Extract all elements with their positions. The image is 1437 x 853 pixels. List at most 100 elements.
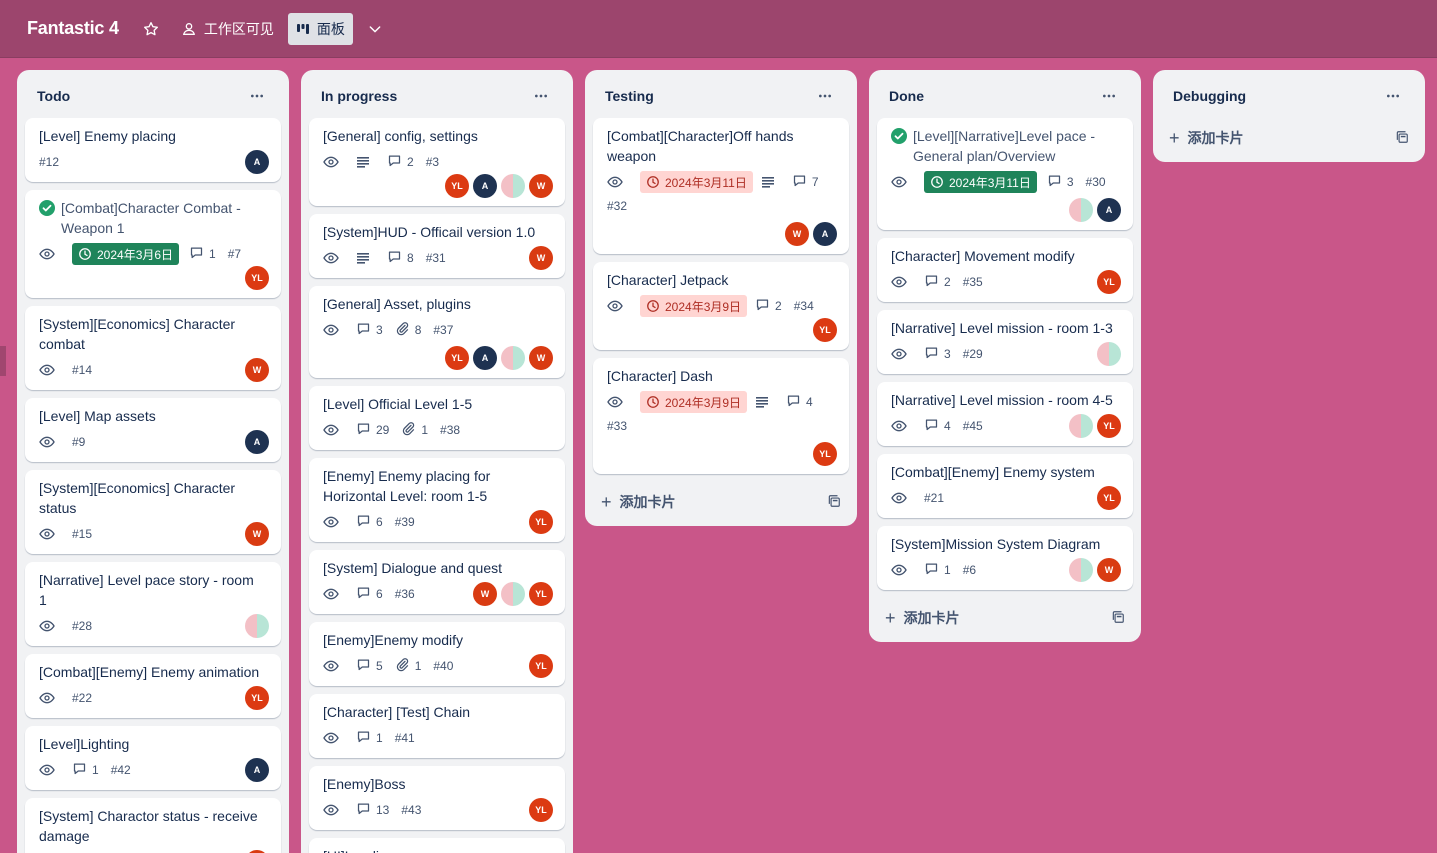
avatar-yl[interactable]: YL [445,174,469,198]
card[interactable]: [Narrative] Level mission - room 4-5 4 #45… [877,382,1133,446]
avatar-yl[interactable]: YL [813,442,837,466]
card[interactable]: [Character] Jetpack 2024年3月9日 2 #34 YL [593,262,849,350]
card-title-text: [Narrative] Level mission - room 1-3 [891,320,1113,336]
card[interactable]: [System] Charactor status - receive dama… [25,798,281,853]
card[interactable]: [Combat]Character Combat - Weapon 1 2024年… [25,190,281,298]
card-template-icon[interactable] [1395,130,1409,147]
due-date-badge[interactable]: 2024年3月9日 [640,391,748,413]
avatar-yl[interactable]: YL [245,266,269,290]
avatar-w[interactable]: W [785,222,809,246]
visibility-button[interactable]: 工作区可见 [173,13,282,45]
avatar-yl[interactable]: YL [813,318,837,342]
list-title[interactable]: Debugging [1173,88,1246,104]
avatar-yl[interactable]: YL [529,798,553,822]
card[interactable]: [UI]Loading [309,838,565,853]
date-text: 2024年3月6日 [97,247,174,262]
card-badges: 13 #43 YL [323,798,553,822]
avatar-gradient[interactable] [501,346,525,370]
board-view-button[interactable]: 面板 [287,12,353,45]
avatar-w[interactable]: W [473,582,497,606]
card-title: [Narrative] Level mission - room 1-3 [891,318,1121,338]
card[interactable]: [Enemy] Enemy placing for Horizontal Lev… [309,458,565,542]
due-date-badge[interactable]: 2024年3月9日 [640,295,748,317]
avatar-w[interactable]: W [245,522,269,546]
avatar-gradient[interactable] [1097,342,1121,366]
card[interactable]: [Enemy]Boss 13 #43 YL [309,766,565,830]
avatar-gradient[interactable] [1069,558,1093,582]
due-date-badge[interactable]: 2024年3月11日 [640,171,753,193]
card[interactable]: [Enemy]Enemy modify 5 1 #40 YL [309,622,565,686]
avatar-yl[interactable]: YL [445,346,469,370]
card[interactable]: [Level]Lighting 1 #42 A [25,726,281,790]
list-title[interactable]: Done [889,88,924,104]
card[interactable]: [General] Asset, plugins 3 8 #37 YL A W [309,286,565,378]
more-icon[interactable] [1377,80,1409,112]
avatar-gradient[interactable] [245,614,269,638]
add-card-button[interactable]: + 添加卡片 [593,482,849,522]
more-icon[interactable] [1093,80,1125,112]
avatar-a[interactable]: A [245,430,269,454]
avatar-a[interactable]: A [1097,198,1121,222]
avatar-yl[interactable]: YL [1097,486,1121,510]
avatar-a[interactable]: A [813,222,837,246]
avatar-w[interactable]: W [529,346,553,370]
avatar-yl[interactable]: YL [1097,414,1121,438]
card[interactable]: [Combat][Character]Off hands weapon 2024年… [593,118,849,254]
star-icon[interactable] [137,15,165,43]
card[interactable]: [Character] [Test] Chain 1 #41 [309,694,565,758]
card[interactable]: [System][Economics] Character combat #14 W [25,306,281,390]
card-template-icon[interactable] [1111,610,1125,627]
card[interactable]: [Level] Enemy placing #12 A [25,118,281,182]
add-card-button[interactable]: + 添加卡片 [877,598,1133,638]
sidebar-collapse-tab[interactable] [0,346,6,376]
card[interactable]: [Character] Movement modify 2 #35 YL [877,238,1133,302]
card[interactable]: [General] config, settings 2 #3 YL A W [309,118,565,206]
avatar-yl[interactable]: YL [529,654,553,678]
card[interactable]: [Level][Narrative]Level pace - General p… [877,118,1133,230]
card[interactable]: [Combat][Enemy] Enemy animation #22 YL [25,654,281,718]
avatar-gradient[interactable] [501,174,525,198]
list-title[interactable]: Testing [605,88,654,104]
card[interactable]: [Combat][Enemy] Enemy system #21 YL [877,454,1133,518]
avatar-a[interactable]: A [245,150,269,174]
card-number: #14 [72,363,93,377]
avatar-a[interactable]: A [245,758,269,782]
avatar-w[interactable]: W [1097,558,1121,582]
avatar-gradient[interactable] [501,582,525,606]
card[interactable]: [Level] Official Level 1-5 29 1 #38 [309,386,565,450]
avatar-w[interactable]: W [529,246,553,270]
card[interactable]: [Narrative] Level mission - room 1-3 3 #29 [877,310,1133,374]
avatar-w[interactable]: W [245,358,269,382]
avatar-yl[interactable]: YL [529,510,553,534]
complete-check-icon[interactable] [39,200,55,216]
card-template-icon[interactable] [827,494,841,511]
avatar-a[interactable]: A [473,174,497,198]
more-icon[interactable] [809,80,841,112]
card[interactable]: [System]HUD - Officail version 1.0 8 #31 W [309,214,565,278]
avatar-yl[interactable]: YL [1097,270,1121,294]
complete-check-icon[interactable] [891,128,907,144]
complete-date-badge[interactable]: 2024年3月6日 [72,243,180,265]
card-members: W [525,246,553,270]
card[interactable]: [System]Mission System Diagram 1 #6 W [877,526,1133,590]
list-title[interactable]: In progress [321,88,397,104]
complete-date-badge[interactable]: 2024年3月11日 [924,171,1037,193]
avatar-yl[interactable]: YL [529,582,553,606]
avatar-gradient[interactable] [1069,198,1093,222]
card-title: [Character] Dash [607,366,837,386]
card[interactable]: [Narrative] Level pace story - room 1 #28 [25,562,281,646]
avatar-yl[interactable]: YL [245,686,269,710]
card[interactable]: [System] Dialogue and quest 6 #36 W YL [309,550,565,614]
board-title[interactable]: Fantastic 4 [27,18,119,39]
more-icon[interactable] [525,80,557,112]
list-title[interactable]: Todo [37,88,70,104]
add-card-button[interactable]: + 添加卡片 [1161,118,1417,158]
card[interactable]: [Character] Dash 2024年3月9日 4 #33 YL [593,358,849,474]
avatar-a[interactable]: A [473,346,497,370]
card[interactable]: [Level] Map assets #9 A [25,398,281,462]
avatar-w[interactable]: W [529,174,553,198]
more-icon[interactable] [241,80,273,112]
card[interactable]: [System][Economics] Character status #15 W [25,470,281,554]
avatar-gradient[interactable] [1069,414,1093,438]
chevron-down-icon[interactable] [359,13,391,45]
